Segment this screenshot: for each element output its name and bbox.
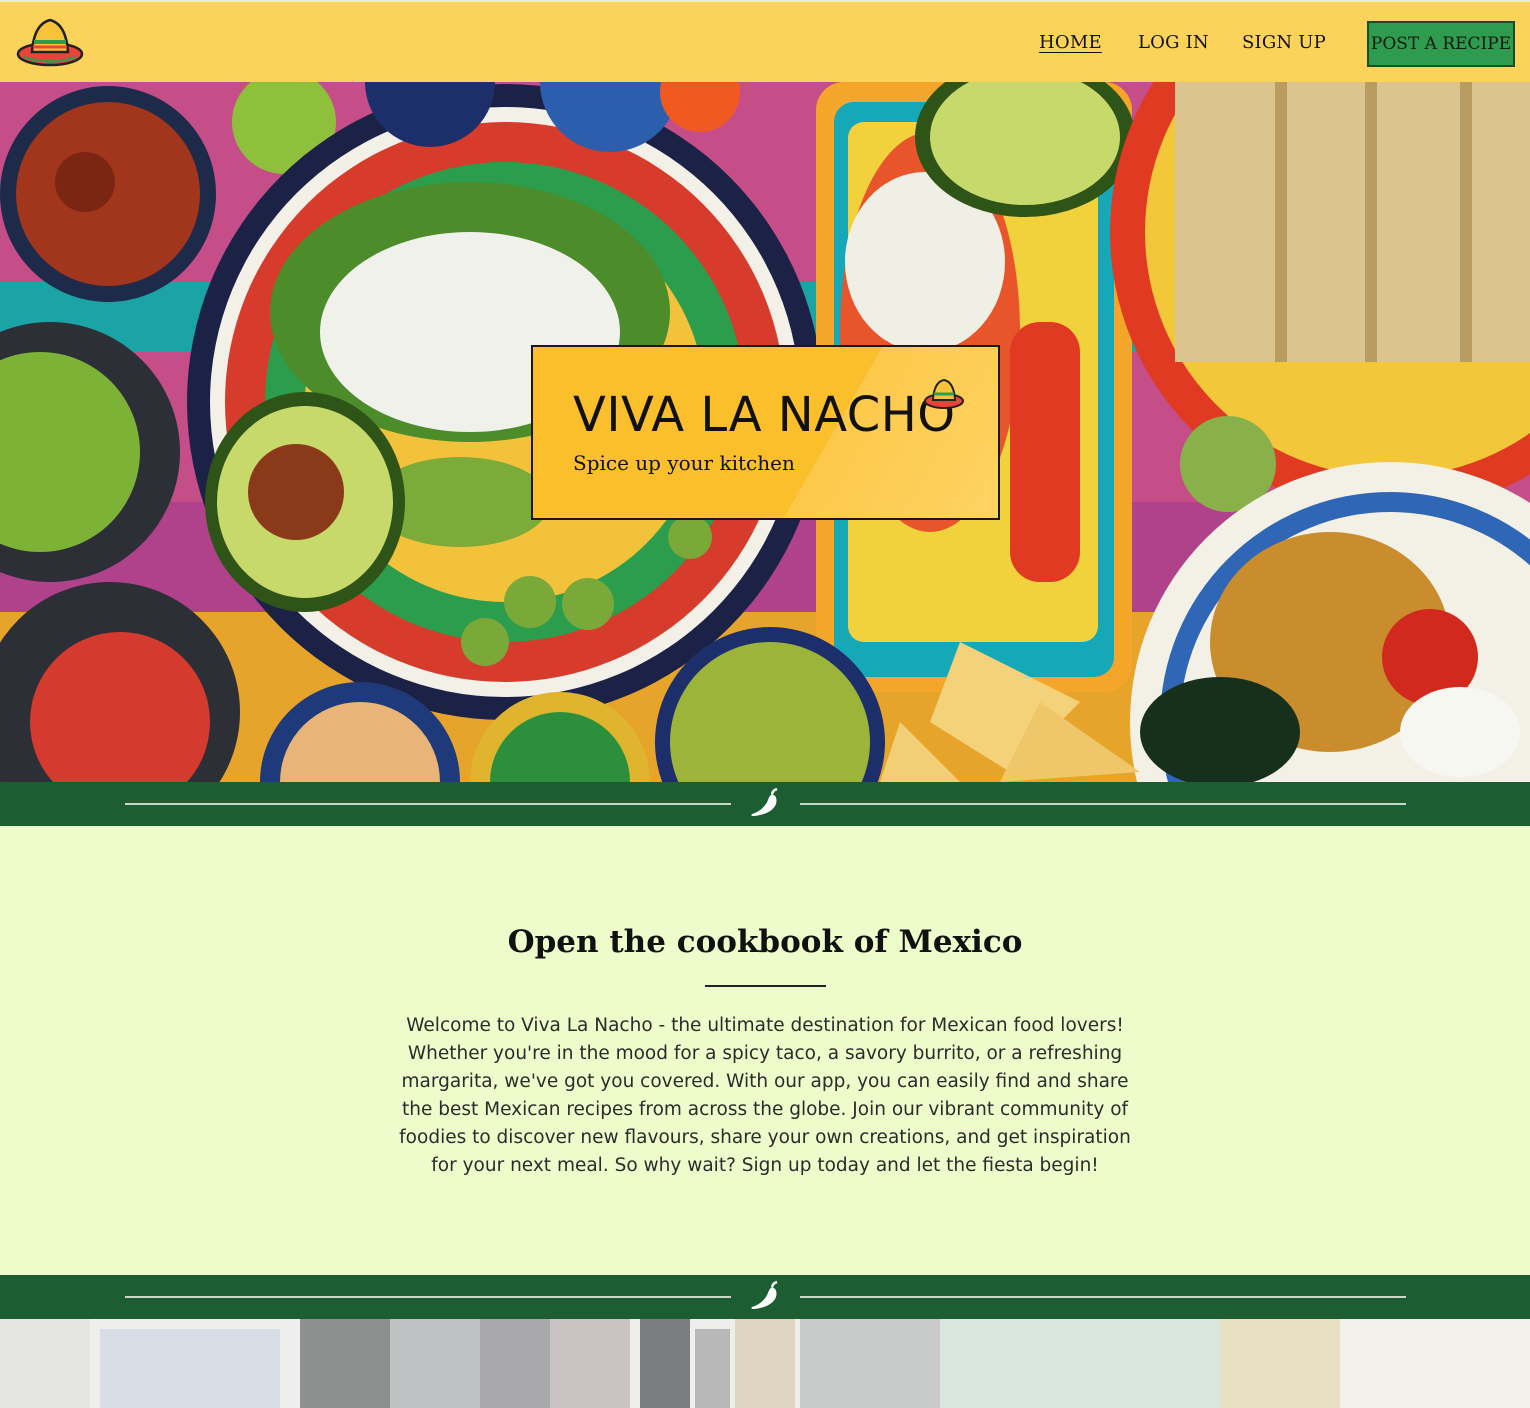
poster-collage-background [0, 1319, 1530, 1408]
navbar: HOME LOG IN SIGN UP POST A RECIPE [0, 0, 1530, 82]
section-divider [0, 1275, 1530, 1319]
divider-line [125, 803, 731, 805]
hero-subtitle: Spice up your kitchen [573, 451, 795, 475]
nav-home-link[interactable]: HOME [1039, 32, 1102, 53]
chili-pepper-icon [751, 788, 778, 816]
collage-image [0, 1319, 1530, 1408]
sombrero-icon[interactable] [16, 14, 84, 68]
intro-paragraph: Welcome to Viva La Nacho - the ultimate … [399, 1015, 1131, 1176]
nav-login-link[interactable]: LOG IN [1138, 32, 1209, 53]
heading-underline [705, 985, 826, 987]
section-divider [0, 782, 1530, 826]
nav-signup-link[interactable]: SIGN UP [1242, 32, 1326, 53]
divider-line [800, 1296, 1406, 1298]
hero-title-card: VIVA LA NACHO Spice up your kitchen [531, 345, 1000, 520]
chili-pepper-icon [751, 1281, 778, 1309]
hero-banner: VIVA LA NACHO Spice up your kitchen [0, 82, 1530, 782]
divider-line [125, 1296, 731, 1298]
intro-section: Open the cookbook of Mexico Welcome to V… [0, 826, 1530, 1275]
intro-heading: Open the cookbook of Mexico [507, 924, 1023, 960]
post-recipe-button[interactable]: POST A RECIPE [1367, 21, 1515, 67]
hero-title: VIVA LA NACHO [573, 387, 956, 443]
sombrero-icon [924, 378, 964, 409]
divider-line [800, 803, 1406, 805]
